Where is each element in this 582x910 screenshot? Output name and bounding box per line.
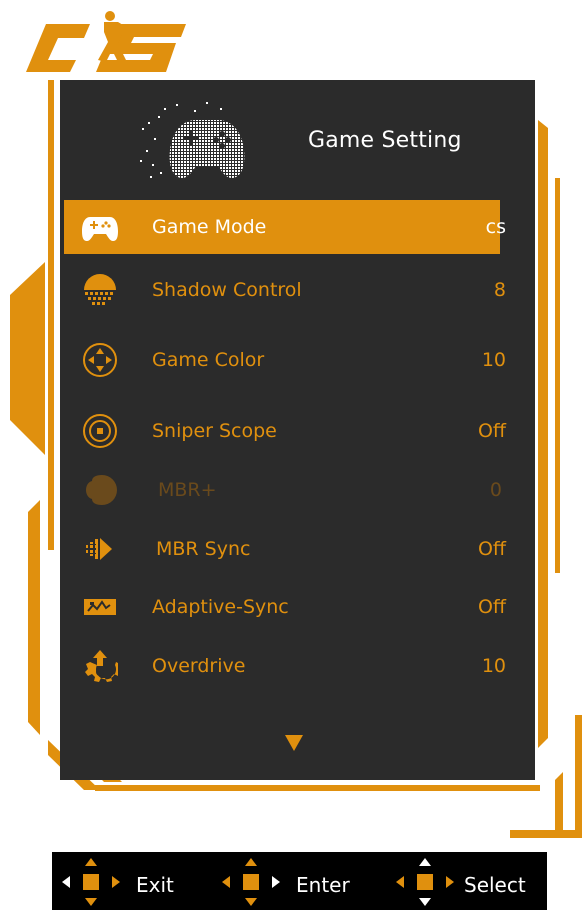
mbr-sync-icon xyxy=(86,538,112,560)
chevron-down-icon[interactable] xyxy=(285,735,303,751)
menu-item-value: 10 xyxy=(481,655,506,677)
menu-item-value: Off xyxy=(477,538,506,560)
nav-enter-label: Enter xyxy=(296,873,350,897)
menu-item-value: Off xyxy=(477,596,506,618)
menu-item-value: 0 xyxy=(489,479,502,501)
menu-item-label: Sniper Scope xyxy=(152,420,277,442)
nav-enter[interactable]: Enter xyxy=(216,852,366,910)
adaptive-sync-icon xyxy=(84,599,116,615)
menu-item-label: Overdrive xyxy=(152,655,246,677)
menu-item-value: 8 xyxy=(493,279,506,301)
color-dpad-icon xyxy=(83,343,117,377)
menu-item-label: MBR+ xyxy=(158,479,217,501)
nav-select[interactable]: Select xyxy=(390,852,545,910)
menu-item-mbr-plus: MBR+ 0 xyxy=(64,463,502,517)
menu-item-label: Adaptive-Sync xyxy=(152,596,289,618)
menu-item-label: MBR Sync xyxy=(156,538,251,560)
menu-item-shadow-control[interactable]: Shadow Control 8 xyxy=(64,263,506,317)
menu-item-sniper-scope[interactable]: Sniper Scope Off xyxy=(64,404,506,458)
nav-select-label: Select xyxy=(464,873,526,897)
dpad-right-icon xyxy=(222,858,280,906)
cs-logo xyxy=(26,11,186,72)
mbr-plus-icon xyxy=(86,475,117,505)
overdrive-icon xyxy=(85,650,118,682)
gamepad-icon xyxy=(82,217,118,241)
menu-item-label: Game Color xyxy=(152,349,265,371)
nav-hint-bar: Exit Enter Select xyxy=(52,852,547,910)
menu-item-value: 10 xyxy=(481,349,506,371)
dpad-left-icon xyxy=(62,858,120,906)
menu-item-value: Off xyxy=(477,420,506,442)
menu-item-mbr-sync[interactable]: MBR Sync Off xyxy=(64,522,506,576)
dpad-updown-icon xyxy=(396,858,454,906)
osd-panel: Game Setting Game Mode cs Shadow Control… xyxy=(60,80,535,780)
nav-exit[interactable]: Exit xyxy=(56,852,186,910)
menu-item-adaptive-sync[interactable]: Adaptive-Sync Off xyxy=(64,580,506,634)
menu-item-label: Game Mode xyxy=(152,216,267,238)
menu-item-label: Shadow Control xyxy=(152,279,302,301)
shadow-icon xyxy=(84,274,116,305)
menu-item-overdrive[interactable]: Overdrive 10 xyxy=(64,639,506,693)
nav-exit-label: Exit xyxy=(136,873,174,897)
menu-item-game-color[interactable]: Game Color 10 xyxy=(64,333,506,387)
page-title: Game Setting xyxy=(308,128,462,153)
gamepad-icon xyxy=(140,102,245,178)
menu-item-value: cs xyxy=(485,216,506,238)
menu-item-game-mode[interactable]: Game Mode cs xyxy=(64,200,506,254)
scope-icon xyxy=(83,414,117,448)
